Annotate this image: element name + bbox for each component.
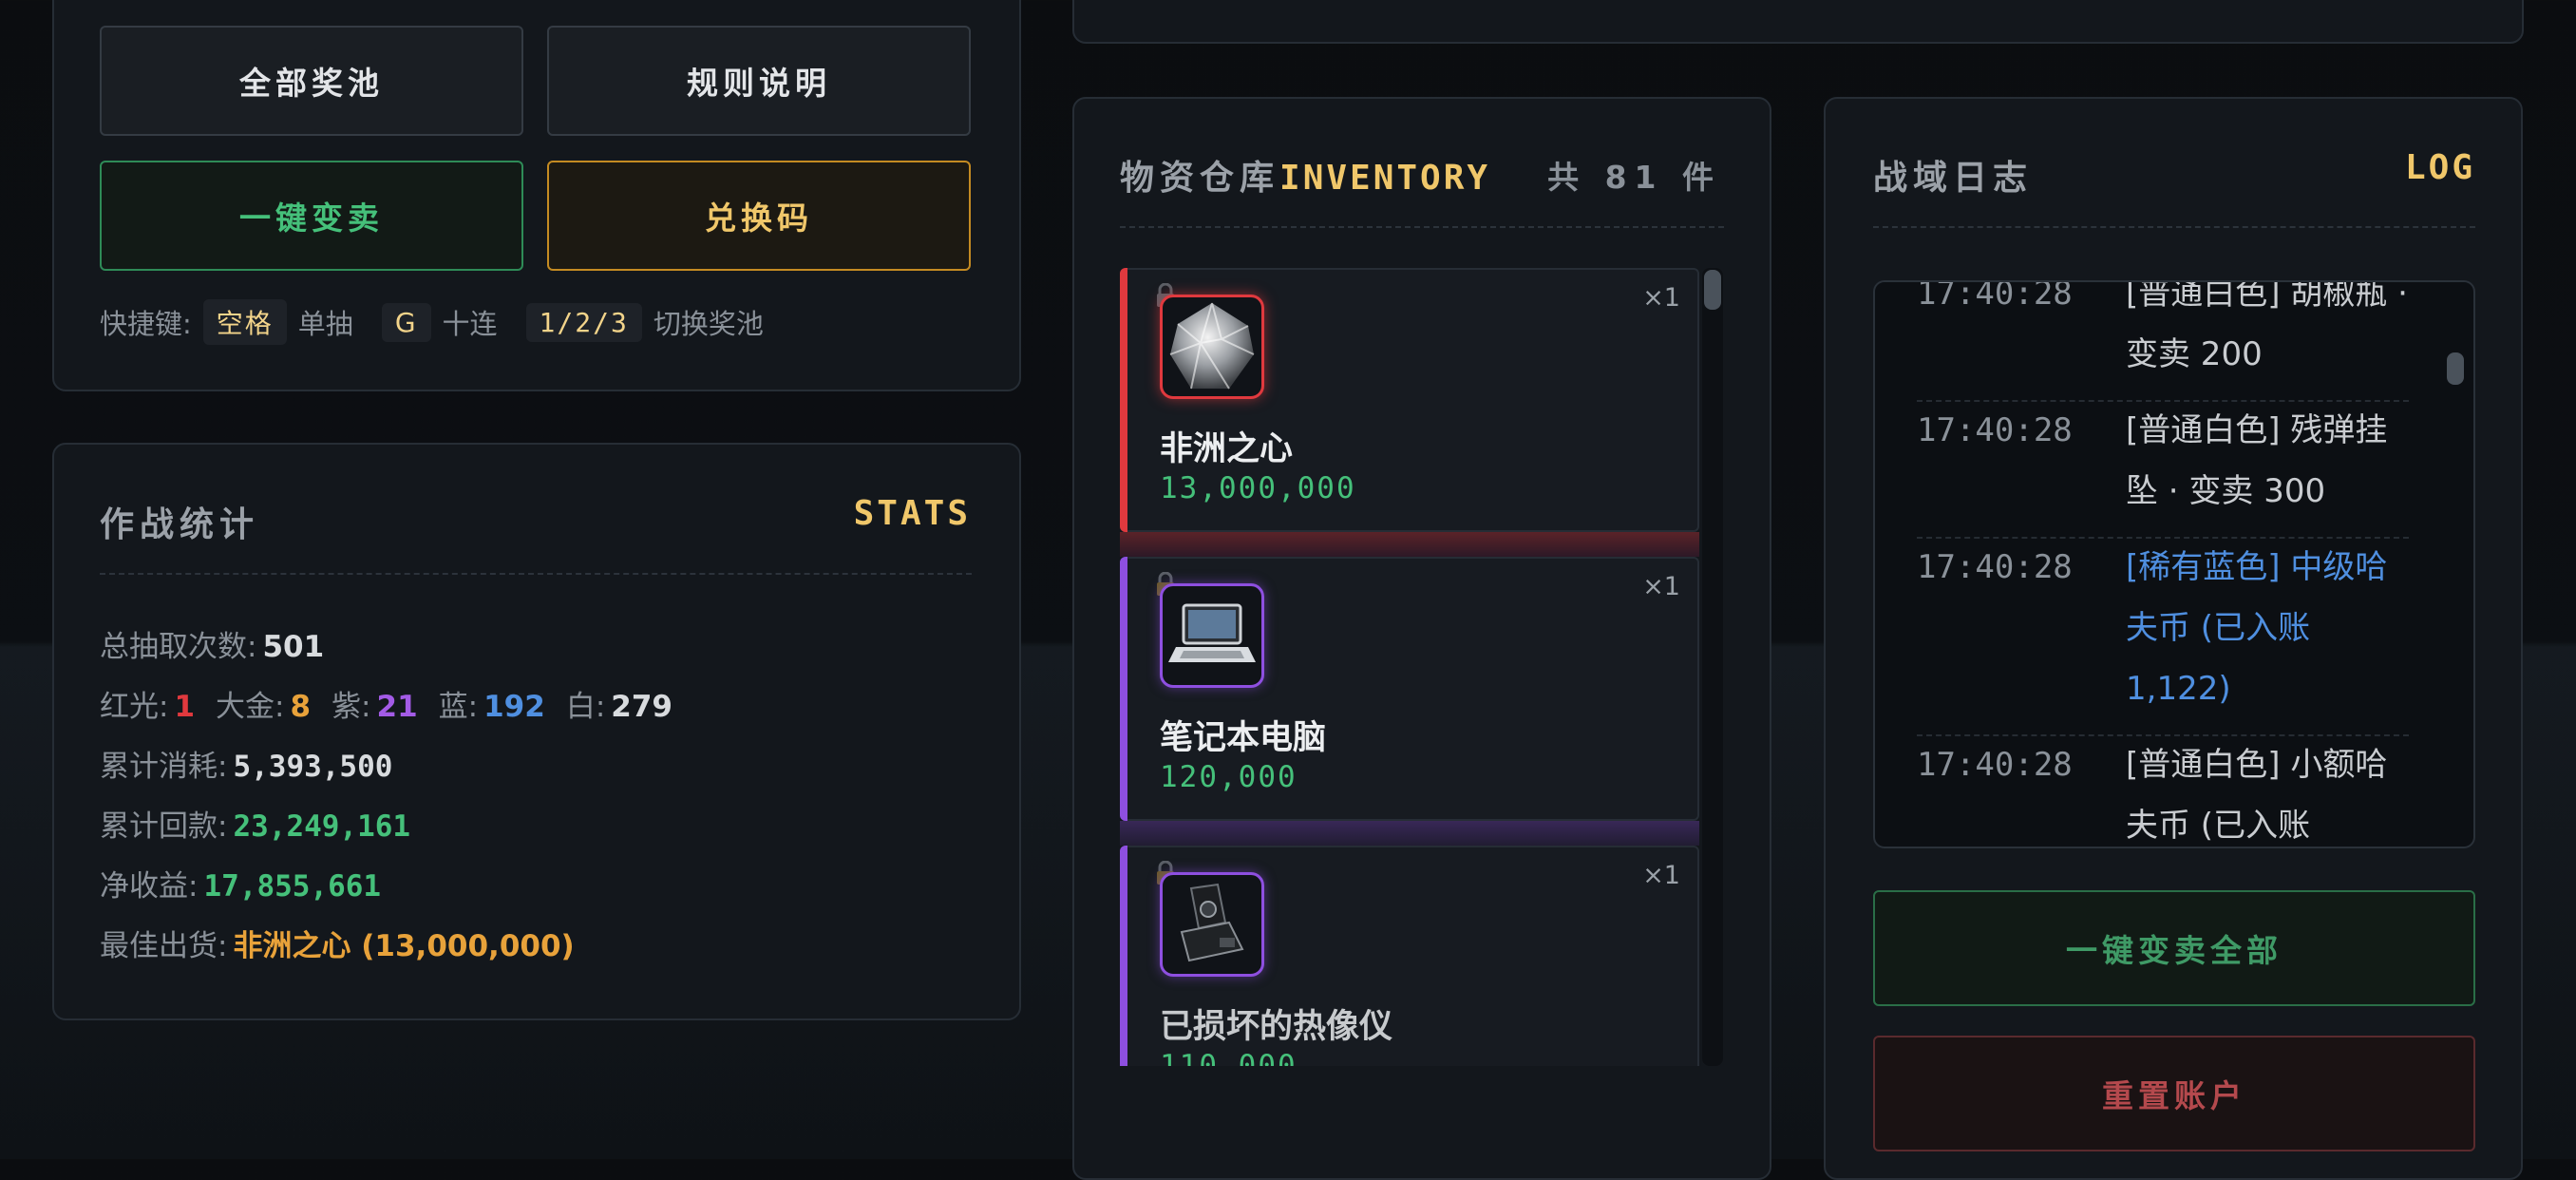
returned-label: 累计回款: (100, 809, 228, 844)
item-name: 非洲之心 (1160, 430, 1294, 468)
rarity-glow (1120, 532, 1699, 557)
best-label: 最佳出货: (100, 929, 228, 963)
switch-pool-label: 切换奖池 (653, 308, 764, 340)
log-text: [普通白色] 残弹挂坠 · 变卖 300 (2126, 411, 2388, 510)
rarity-bar (1120, 846, 1127, 1066)
log-title: 战域日志 (1873, 159, 2034, 198)
stats-title-en: STATS (853, 494, 971, 533)
inventory-divider (1120, 226, 1724, 228)
log-entry: 17:40:28 [稀有蓝色] 中级哈夫币 (已入账 1,122) (1917, 537, 2409, 736)
item-price: 120,000 (1160, 760, 1297, 794)
log-time: 17:40:28 (1917, 411, 2073, 449)
all-pools-button[interactable]: 全部奖池 (100, 26, 523, 136)
key-pool-switch: 1/2/3 (525, 302, 642, 342)
red-count: 1 (174, 690, 196, 724)
shortcuts-label: 快捷键: (100, 308, 192, 340)
diamond-icon (1160, 295, 1264, 399)
log-entry: 17:40:28 [普通白色] 胡椒瓶 · 变卖 200 (1917, 280, 2409, 402)
inventory-list[interactable]: ×1 非洲之心 13,000,000 ×1 笔记本电脑 120,000 ×1 已… (1120, 268, 1724, 1066)
inventory-item[interactable]: ×1 非洲之心 13,000,000 (1120, 268, 1699, 532)
spent-label: 累计消耗: (100, 750, 228, 784)
item-name: 已损坏的热像仪 (1160, 1008, 1393, 1046)
key-space: 空格 (202, 299, 287, 345)
stats-divider (100, 573, 972, 575)
rarity-bar (1120, 557, 1127, 821)
thermal-camera-icon (1160, 872, 1264, 977)
red-label: 红光: (100, 690, 169, 724)
log-text: [稀有蓝色] 中级哈夫币 (已入账 1,122) (2126, 548, 2388, 708)
item-quantity: ×1 (1642, 283, 1680, 313)
inventory-count: 共 81 件 (1547, 159, 1721, 196)
stat-best: 最佳出货: 非洲之心 (13,000,000) (100, 922, 596, 964)
ten-draw-label: 十连 (442, 308, 498, 340)
returned-value: 23,249,161 (233, 809, 411, 844)
spent-value: 5,393,500 (233, 750, 393, 784)
quick-sell-button[interactable]: 一键变卖 (100, 161, 523, 271)
stat-total-draws: 总抽取次数: 501 (100, 622, 345, 665)
inventory-item[interactable]: ×1 已损坏的热像仪 110,000 (1120, 846, 1699, 1066)
log-scroll-thumb[interactable] (2447, 352, 2464, 385)
item-quantity: ×1 (1642, 572, 1680, 601)
log-entry: 17:40:28 [普通白色] 小额哈夫币 (已入账 (1917, 734, 2409, 847)
net-value: 17,855,661 (203, 869, 382, 904)
log-text: [普通白色] 小额哈夫币 (已入账 (2126, 746, 2388, 845)
single-draw-label: 单抽 (297, 308, 353, 340)
white-count: 279 (611, 690, 672, 724)
white-label: 白: (565, 690, 606, 724)
log-title-en: LOG (2404, 148, 2475, 187)
log-divider (1873, 226, 2475, 228)
stat-rarity-counts: 红光: 1 大金: 8 紫: 21 蓝: 192 白: 279 (100, 682, 693, 725)
inventory-item[interactable]: ×1 笔记本电脑 120,000 (1120, 557, 1699, 821)
blue-count: 192 (483, 690, 545, 724)
total-draws-label: 总抽取次数: (100, 630, 257, 664)
item-price: 13,000,000 (1160, 471, 1356, 505)
stat-spent: 累计消耗: 5,393,500 (100, 742, 413, 785)
log-scrollbar[interactable] (2445, 282, 2466, 847)
log-entry: 17:40:28 [普通白色] 残弹挂坠 · 变卖 300 (1917, 400, 2409, 539)
stat-net: 净收益: 17,855,661 (100, 862, 402, 904)
gold-count: 8 (290, 690, 312, 724)
item-quantity: ×1 (1642, 861, 1680, 890)
key-g: G (381, 302, 431, 342)
log-time: 17:40:28 (1917, 746, 2073, 784)
top-banner-panel (1072, 0, 2524, 44)
rarity-glow (1120, 821, 1699, 846)
log-time: 17:40:28 (1917, 280, 2073, 313)
log-list[interactable]: 17:40:28 [普通白色] 胡椒瓶 · 变卖 200 17:40:28 [普… (1873, 280, 2475, 848)
gold-label: 大金: (216, 690, 285, 724)
best-value: 非洲之心 (13,000,000) (233, 929, 575, 963)
inventory-title: 物资仓库INVENTORY (1120, 150, 1490, 200)
inventory-scrollbar[interactable] (1702, 268, 1723, 1066)
inventory-title-en: INVENTORY (1279, 159, 1491, 198)
inventory-scroll-thumb[interactable] (1704, 270, 1721, 310)
log-text: [普通白色] 胡椒瓶 · 变卖 200 (2126, 280, 2408, 373)
log-time: 17:40:28 (1917, 548, 2073, 586)
shortcut-hints: 快捷键: 空格 单抽 G 十连 1/2/3 切换奖池 (100, 299, 764, 345)
reset-account-button[interactable]: 重置账户 (1873, 1036, 2475, 1151)
stat-returned: 累计回款: 23,249,161 (100, 802, 431, 845)
total-draws-value: 501 (262, 630, 325, 664)
rules-button[interactable]: 规则说明 (547, 26, 971, 136)
inventory-title-cn: 物资仓库 (1120, 159, 1280, 198)
rarity-bar (1120, 268, 1127, 532)
item-price: 110,000 (1160, 1049, 1297, 1066)
stats-title: 作战统计 (100, 505, 260, 544)
purple-label: 紫: (331, 690, 371, 724)
purple-count: 21 (376, 690, 418, 724)
sell-all-button[interactable]: 一键变卖全部 (1873, 890, 2475, 1006)
redeem-code-button[interactable]: 兑换码 (547, 161, 971, 271)
item-name: 笔记本电脑 (1160, 719, 1327, 757)
net-label: 净收益: (100, 869, 199, 904)
blue-label: 蓝: (438, 690, 479, 724)
laptop-icon (1160, 583, 1264, 688)
